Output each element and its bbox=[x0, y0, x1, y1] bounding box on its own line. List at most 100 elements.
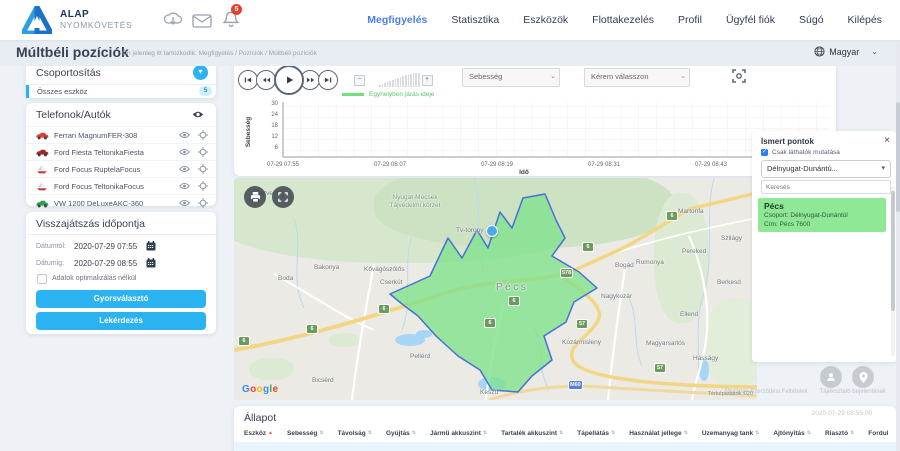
chevron-down-icon: ⌄ bbox=[550, 69, 556, 85]
calendar-icon[interactable] bbox=[146, 258, 156, 268]
eye-icon[interactable] bbox=[179, 182, 190, 190]
eye-icon[interactable] bbox=[179, 148, 190, 156]
sort-icon: ⇅ bbox=[807, 431, 811, 436]
column-header[interactable]: Gyújtás⇅ bbox=[386, 430, 416, 437]
device-select[interactable]: Kérem válasszon ⌄ bbox=[584, 68, 690, 87]
breadcrumb: Ön jelenleg itt tartózkodik: Megfigyelés… bbox=[122, 50, 317, 57]
speed-select[interactable]: Sebesség ⌄ bbox=[462, 68, 560, 87]
speed-minus-button[interactable]: − bbox=[354, 75, 365, 86]
skip-start-button[interactable] bbox=[238, 70, 258, 90]
page-scrollbar-thumb[interactable] bbox=[896, 102, 900, 212]
locate-icon[interactable] bbox=[198, 147, 208, 157]
speed-plus-button[interactable]: + bbox=[422, 75, 433, 86]
globe-icon bbox=[814, 46, 825, 57]
column-header[interactable]: Használat jellege⇅ bbox=[629, 430, 688, 437]
map-label: Kozármisleny bbox=[562, 339, 601, 346]
nav-flottakezeles[interactable]: Flottakezelés bbox=[592, 14, 654, 26]
map-fullscreen-button[interactable] bbox=[272, 186, 294, 208]
cloud-download-icon[interactable] bbox=[163, 10, 183, 28]
nav-eszkozok[interactable]: Eszközök bbox=[523, 14, 568, 26]
column-header[interactable]: Fordulatszám⇅ bbox=[868, 430, 888, 437]
locate-icon[interactable] bbox=[198, 130, 208, 140]
map-label: Bogád bbox=[615, 262, 634, 269]
nav-kilepes[interactable]: Kilépés bbox=[848, 14, 882, 26]
panel-scrollbar-thumb[interactable] bbox=[891, 191, 895, 311]
device-name: Ford Focus TeltonikaFocus bbox=[54, 182, 144, 191]
column-header[interactable]: Riasztó⇅ bbox=[825, 430, 854, 437]
footer-link-info[interactable]: Tájékoztató bejelentések bbox=[820, 389, 886, 395]
mail-icon[interactable] bbox=[192, 12, 212, 30]
road-shield: 6 bbox=[378, 304, 390, 314]
known-point-result[interactable]: Pécs Csoport: Délnyugat-Dunántúl Cím: Pé… bbox=[758, 198, 886, 232]
route-area-icon[interactable] bbox=[730, 67, 748, 85]
logo-subtitle: NYOMKÖVETÉS bbox=[60, 20, 132, 30]
calendar-icon[interactable] bbox=[146, 241, 156, 251]
map-label: Hásságy bbox=[693, 355, 718, 362]
x-tick: 07-29 08:31 bbox=[588, 162, 621, 168]
support-contact-icon[interactable] bbox=[820, 366, 842, 388]
known-points-panel: Ismert pontok × ✓ Csak láthatók mutatása… bbox=[752, 131, 897, 362]
device-row[interactable]: Ford Focus RuptelaFocus bbox=[26, 160, 216, 177]
date-from-value[interactable]: 2020-07-29 07:55 bbox=[74, 242, 137, 251]
device-row[interactable]: VW 1200 DeLuxeAKC-360 bbox=[26, 194, 216, 211]
column-header[interactable]: Tartalék akkuszint⇅ bbox=[501, 430, 563, 437]
column-header[interactable]: Ajtónyitás⇅ bbox=[773, 430, 811, 437]
map-label: Nyugat-Mecsek Tájvédelmi körzet bbox=[382, 194, 448, 210]
speed-chart: 30 24 18 12 6 07-29 07:55 07-29 08:07 07… bbox=[234, 96, 836, 176]
column-header[interactable]: Távolság⇅ bbox=[338, 430, 372, 437]
speed-ramp-slider[interactable] bbox=[379, 73, 420, 87]
quick-select-button[interactable]: Gyorsválasztó bbox=[36, 290, 206, 308]
column-header[interactable]: Eszköz▲ bbox=[244, 430, 273, 437]
nav-sugo[interactable]: Súgó bbox=[799, 14, 824, 26]
map-label: Ellend bbox=[680, 311, 698, 318]
locate-icon[interactable] bbox=[198, 181, 208, 191]
visible-only-checkbox[interactable]: ✓ bbox=[761, 149, 768, 156]
nav-statisztika[interactable]: Statisztika bbox=[451, 14, 499, 26]
page-scrollbar[interactable] bbox=[896, 42, 900, 451]
date-to-label: Dátumig: bbox=[36, 260, 64, 267]
road-shield: 57 bbox=[654, 363, 666, 373]
search-input[interactable] bbox=[761, 180, 891, 194]
map-label: Romonya bbox=[636, 259, 664, 266]
eye-icon[interactable] bbox=[179, 199, 190, 207]
app-logo-icon[interactable] bbox=[22, 6, 52, 34]
locate-icon[interactable] bbox=[198, 198, 208, 208]
road-shield: 6 bbox=[306, 324, 318, 334]
column-header[interactable]: Sebesség⇅ bbox=[287, 430, 324, 437]
location-pin-icon[interactable] bbox=[852, 366, 874, 388]
grouping-collapse-button[interactable]: ▾ bbox=[193, 65, 208, 80]
tv-tower-marker[interactable] bbox=[486, 225, 498, 237]
nav-ugyfel-fiok[interactable]: Ügyfél fiók bbox=[726, 14, 775, 26]
nav-profil[interactable]: Profil bbox=[678, 14, 702, 26]
google-logo: Google bbox=[242, 384, 278, 395]
eye-icon[interactable] bbox=[179, 165, 190, 173]
date-to-value[interactable]: 2020-07-29 08:55 bbox=[74, 259, 137, 268]
close-icon[interactable]: × bbox=[884, 136, 890, 146]
map-print-button[interactable] bbox=[244, 186, 266, 208]
nav-megfigyeles[interactable]: Megfigyelés bbox=[367, 14, 427, 26]
play-button[interactable] bbox=[274, 65, 304, 95]
language-selector[interactable]: Magyar ⌄ bbox=[814, 46, 878, 57]
chevron-down-icon: ⌄ bbox=[871, 47, 878, 56]
column-header[interactable]: Jármű akkuszint⇅ bbox=[430, 430, 487, 437]
top-header: ALAP NYOMKÖVETÉS 5 Megfigyelés Statiszti… bbox=[0, 0, 900, 40]
eye-icon[interactable] bbox=[179, 131, 190, 139]
locate-icon[interactable] bbox=[198, 164, 208, 174]
map-canvas[interactable]: Hetvehely Nyugat-Mecsek Tájvédelmi körze… bbox=[234, 178, 757, 400]
skip-end-button[interactable] bbox=[318, 70, 338, 90]
region-select[interactable]: Délnyugat-Dunántú... ▾ bbox=[761, 160, 891, 178]
column-header[interactable]: Tápellátás⇅ bbox=[577, 430, 615, 437]
sort-icon: ⇅ bbox=[483, 431, 487, 436]
status-panel: Állapot 2020-07-29 08:55:00 Eszköz▲ Sebe… bbox=[234, 406, 896, 451]
rewind-button[interactable] bbox=[256, 70, 276, 90]
column-header[interactable]: Üzemanyag tank⇅ bbox=[702, 430, 760, 437]
device-row[interactable]: Ford Focus TeltonikaFocus bbox=[26, 177, 216, 194]
device-row[interactable]: Ford Fiesta TeltonikaFiesta bbox=[26, 143, 216, 160]
table-row[interactable] bbox=[234, 442, 896, 451]
query-button[interactable]: Lekérdezés bbox=[36, 312, 206, 330]
device-row[interactable]: Ferrari MagnumFER-308 bbox=[26, 126, 216, 143]
all-devices-row[interactable]: Összes eszköz 5 bbox=[26, 85, 219, 98]
known-point-zone-polygon[interactable] bbox=[390, 194, 597, 392]
optimize-checkbox[interactable] bbox=[37, 274, 47, 284]
eye-icon[interactable] bbox=[192, 110, 204, 119]
